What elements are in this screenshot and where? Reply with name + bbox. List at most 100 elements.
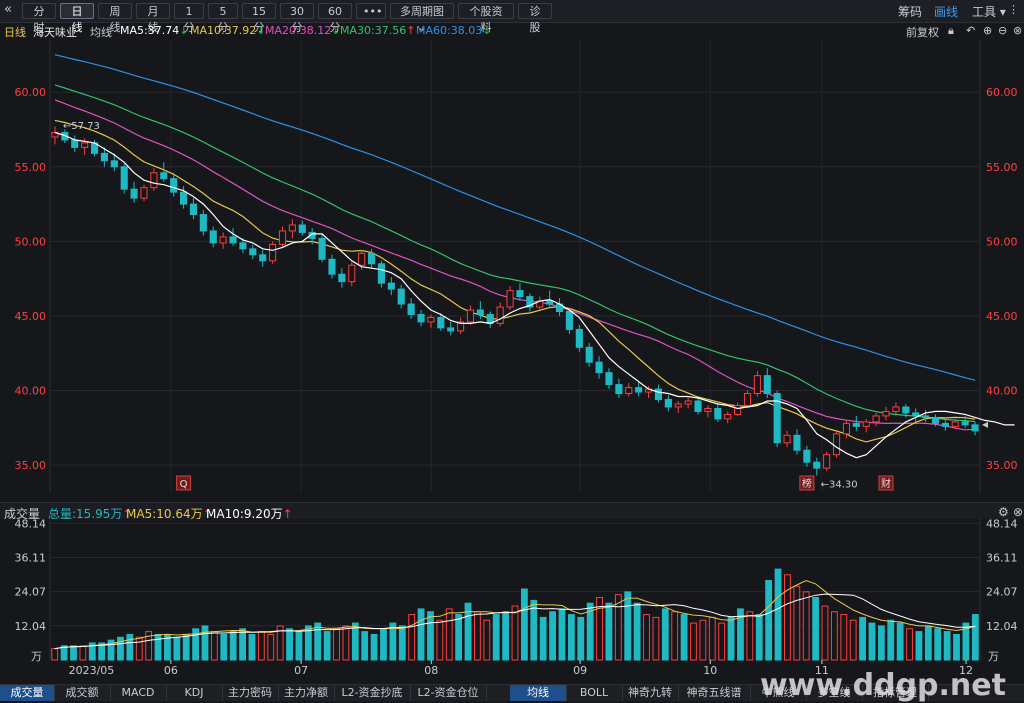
volume-bar <box>718 622 726 661</box>
candle <box>615 378 623 399</box>
candle-body <box>783 434 791 444</box>
period-tab-10[interactable]: 多周期图 ⌄ <box>390 3 454 34</box>
candle <box>734 402 742 416</box>
period-tab-3[interactable]: 月线 <box>136 3 170 34</box>
volume-bar <box>624 591 632 661</box>
tools-menu[interactable]: 工具 ▾ <box>972 3 1006 20</box>
volume-bar <box>906 628 913 661</box>
candle-body <box>753 375 761 395</box>
volume-bar <box>530 599 538 661</box>
ma30-line <box>54 84 976 423</box>
volume-chart[interactable]: 48.14 36.11 24.07 12.04 万 48.14 36.11 24.07 12.… <box>0 518 1024 684</box>
candle <box>387 277 395 296</box>
period-tab-7[interactable]: 30分 <box>280 3 314 34</box>
period-tab-6[interactable]: 15分 <box>242 3 276 34</box>
volume-tick-label: 24.07 <box>986 586 1018 599</box>
period-tab-2[interactable]: 周线 <box>98 3 132 34</box>
candle-body <box>130 188 138 199</box>
candle-body <box>803 449 811 463</box>
indicator-tab-5[interactable]: 主力净额 <box>278 685 335 701</box>
period-tab-12[interactable]: 诊股 <box>518 3 552 34</box>
volume-y-axis-left: 48.14 36.11 24.07 12.04 万 <box>15 518 47 663</box>
event-marker-label: Q <box>180 479 188 490</box>
volume-legend: 成交量 总量:15.95万↑ MA5:10.64万↑ MA10:9.20万↑ ⚙… <box>0 502 1024 521</box>
candle-body <box>912 412 920 417</box>
period-label: 日线 <box>4 26 26 39</box>
candle-body <box>793 434 801 451</box>
indicator-tab-2[interactable]: MACD <box>110 685 167 701</box>
date-axis-label: 10 <box>703 664 717 677</box>
zoom-in-icon[interactable]: ⊕ <box>983 24 992 37</box>
close-icon[interactable]: ⊗ <box>1013 24 1022 37</box>
period-tab-11[interactable]: 个股资料 <box>458 3 514 34</box>
price-tick-label: 45.00 <box>986 310 1018 323</box>
volume-bar <box>398 625 406 661</box>
undo-icon[interactable]: ↶ <box>966 24 975 37</box>
price-tick-label: 50.00 <box>986 235 1018 248</box>
volume-bar <box>455 614 463 661</box>
indicator-tab-10[interactable]: 神奇九转 <box>622 685 679 701</box>
date-axis-label: 07 <box>294 664 308 677</box>
candle-body <box>862 421 870 427</box>
volume-bar <box>671 611 679 661</box>
collapse-icon[interactable]: « <box>4 2 12 17</box>
candle <box>684 396 692 409</box>
ma10-value: MA10:37.92↓ <box>190 24 266 37</box>
candle <box>852 415 860 431</box>
adjust-toggle[interactable]: 前复权 <box>906 24 939 40</box>
indicator-tab-11[interactable]: 神奇五线谱 <box>678 685 751 701</box>
candle <box>486 311 494 328</box>
ma30-value: MA30:37.56↑ <box>340 24 416 37</box>
price-chart[interactable]: 60.00 55.00 50.00 45.00 40.00 35.00 60.00 55.0… <box>0 40 1024 502</box>
volume-bar <box>333 628 340 661</box>
period-tab-0[interactable]: 分时 <box>22 3 56 34</box>
zoom-out-icon[interactable]: ⊖ <box>998 24 1007 37</box>
indicator-tab-7[interactable]: L2-资金仓位 <box>410 685 487 701</box>
period-tab-1[interactable]: 日线 <box>60 3 94 34</box>
candle-body <box>615 384 623 395</box>
period-tab-9[interactable]: ••• <box>356 3 386 19</box>
candle-body <box>832 433 841 456</box>
volume-bar <box>483 619 491 661</box>
draw-line-button[interactable]: 画线 <box>934 3 958 20</box>
ma-label[interactable]: 均线 <box>90 24 112 40</box>
candles <box>51 126 979 476</box>
volume-unit-label: 万 <box>31 650 42 663</box>
candle-body <box>298 224 306 233</box>
volume-bar <box>445 608 453 661</box>
indicator-tab-1[interactable]: 成交额 <box>54 685 111 701</box>
volume-bar <box>220 633 228 661</box>
period-tab-8[interactable]: 60分 <box>318 3 352 34</box>
candle <box>773 390 781 448</box>
candle <box>140 184 148 202</box>
period-tab-5[interactable]: 5分 <box>208 3 238 34</box>
volume-settings-icon[interactable]: ⚙︎ <box>998 505 1009 519</box>
volume-bar <box>79 645 87 661</box>
chip-button[interactable]: 筹码 <box>898 3 922 20</box>
indicator-tab-3[interactable]: KDJ <box>166 685 223 701</box>
stock-name[interactable]: 海天味业 <box>33 24 77 40</box>
indicator-tab-0[interactable]: 成交量 <box>0 685 55 701</box>
volume-close-icon[interactable]: ⊗ <box>1013 505 1023 519</box>
candle-body <box>318 237 326 260</box>
lock-icon[interactable]: 🔒︎ <box>948 24 954 38</box>
candle <box>219 232 227 249</box>
more-icon[interactable]: ⋮ <box>1008 3 1019 16</box>
indicator-tab-8[interactable]: 均线 <box>510 685 567 701</box>
volume-bar <box>652 616 660 661</box>
candle <box>189 198 198 220</box>
volume-bar <box>784 574 791 661</box>
indicator-tab-6[interactable]: L2-资金抄底 <box>334 685 411 701</box>
candle-body <box>892 406 900 412</box>
indicator-tab-9[interactable]: BOLL <box>566 685 623 701</box>
volume-bar <box>182 633 190 661</box>
candle <box>199 210 207 236</box>
period-tab-4[interactable]: 1分 <box>174 3 204 34</box>
candle <box>912 408 920 422</box>
candle-body <box>961 421 969 426</box>
price-tick-label: 35.00 <box>15 459 47 472</box>
current-price-pointer <box>982 421 988 428</box>
candle-body <box>902 406 910 414</box>
indicator-tab-4[interactable]: 主力密码 <box>222 685 279 701</box>
candle <box>753 371 761 397</box>
